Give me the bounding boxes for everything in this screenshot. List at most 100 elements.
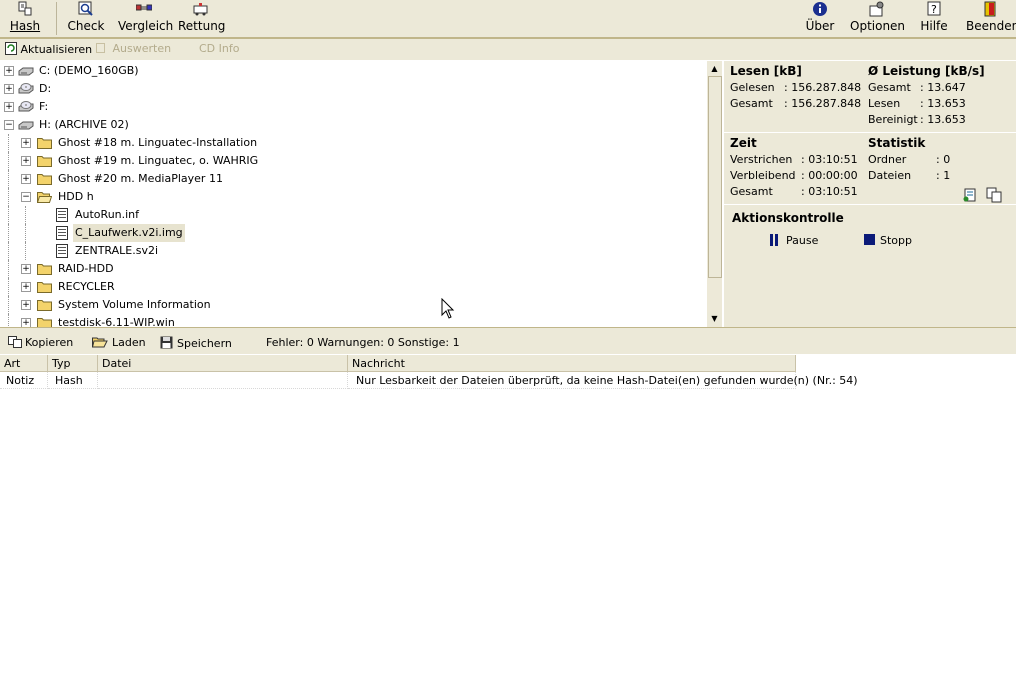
tree-item[interactable]: + C: (DEMO_160GB) xyxy=(0,62,707,80)
pause-button[interactable]: Pause xyxy=(769,234,818,247)
tree-item-label: Ghost #19 m. Linguatec, o. WAHRIG xyxy=(58,154,259,167)
expand-plus-icon[interactable]: + xyxy=(4,84,14,94)
beenden-button[interactable]: Beenden xyxy=(966,0,1016,37)
stopp-button[interactable]: Stopp xyxy=(864,234,912,247)
tree-item[interactable]: + F: xyxy=(0,98,707,116)
cell-art: Notiz xyxy=(0,372,48,389)
hash-label: Hash xyxy=(9,19,41,33)
column-header-nachricht[interactable]: Nachricht xyxy=(348,355,796,372)
tree-scrollbar[interactable]: ▲ ▼ xyxy=(707,61,722,327)
column-header-typ[interactable]: Typ xyxy=(48,355,98,372)
column-header-datei[interactable]: Datei xyxy=(98,355,348,372)
beenden-label: Beenden xyxy=(966,19,1016,33)
collapse-minus-icon[interactable]: − xyxy=(4,120,14,130)
tree-item-label: H: (ARCHIVE 02) xyxy=(39,118,129,131)
copy-icon xyxy=(8,336,22,348)
stats-panel: Lesen [kB] Gelesen : 156.287.848 Gesamt … xyxy=(724,61,1016,327)
tree-guide-line xyxy=(8,206,9,224)
tree-item[interactable]: + Ghost #19 m. Linguatec, o. WAHRIG xyxy=(0,152,707,170)
rettung-button[interactable]: Rettung xyxy=(178,0,226,37)
expand-plus-icon[interactable]: + xyxy=(21,300,31,310)
tree-guide-line xyxy=(8,134,9,152)
gelesen-value: : 156.287.848 xyxy=(784,81,862,94)
expand-plus-icon[interactable]: + xyxy=(4,66,14,76)
mouse-cursor-icon xyxy=(441,298,455,319)
tree-item-label: C: (DEMO_160GB) xyxy=(39,64,139,77)
check-button[interactable]: Check xyxy=(64,0,108,37)
expand-plus-icon[interactable]: + xyxy=(21,264,31,274)
expand-plus-icon[interactable]: + xyxy=(21,138,31,148)
divider xyxy=(724,132,1016,133)
expand-plus-icon[interactable]: + xyxy=(21,282,31,292)
ueber-button[interactable]: Über xyxy=(802,0,838,37)
tree-item[interactable]: + Ghost #20 m. MediaPlayer 11 xyxy=(0,170,707,188)
tree-item[interactable]: AutoRun.inf xyxy=(0,206,707,224)
gesamt-label: Gesamt xyxy=(730,97,773,110)
aktualisieren-button[interactable]: Aktualisieren xyxy=(5,42,92,56)
tree-guide-line xyxy=(25,224,26,242)
copy-stats-icon[interactable] xyxy=(986,187,1002,203)
tree-item[interactable]: C_Laufwerk.v2i.img xyxy=(0,224,707,242)
stopp-label: Stopp xyxy=(880,234,912,247)
svg-text:?: ? xyxy=(931,3,937,16)
tree-item-label: testdisk-6.11-WIP.win xyxy=(58,316,175,327)
leistung-lesen-value: : 13.653 xyxy=(920,97,966,110)
tree-item[interactable]: + System Volume Information xyxy=(0,296,707,314)
tree-item[interactable]: + Ghost #18 m. Linguatec-Installation xyxy=(0,134,707,152)
zeit-gesamt-value: : 03:10:51 xyxy=(801,185,858,198)
tree-guide-line xyxy=(8,296,9,314)
tree-guide-line xyxy=(8,152,9,170)
aktualisieren-label: Aktualisieren xyxy=(20,43,93,56)
tree-guide-line xyxy=(8,260,9,278)
tree-item[interactable]: − HDD h xyxy=(0,188,707,206)
tree-item[interactable]: + testdisk-6.11-WIP.win xyxy=(0,314,707,327)
laden-button[interactable]: Laden xyxy=(91,336,146,349)
expand-plus-icon[interactable]: + xyxy=(21,156,31,166)
tree-item[interactable]: + D: xyxy=(0,80,707,98)
hash-button[interactable]: Hash xyxy=(4,0,46,37)
laden-label: Laden xyxy=(112,336,146,349)
folder-icon xyxy=(37,300,52,311)
folder-icon xyxy=(37,282,52,293)
open-folder-icon xyxy=(37,192,52,203)
pause-icon xyxy=(770,234,778,246)
scroll-down-arrow[interactable]: ▼ xyxy=(707,312,722,326)
expand-plus-icon[interactable]: + xyxy=(21,318,31,327)
optionen-button[interactable]: Optionen xyxy=(850,0,905,37)
cd-info-button[interactable]: CD Info xyxy=(199,42,239,55)
tree-guide-line xyxy=(8,224,9,242)
leistung-gesamt-value: : 13.647 xyxy=(920,81,966,94)
column-header-art[interactable]: Art xyxy=(0,355,48,372)
rettung-label: Rettung xyxy=(178,19,226,33)
dateien-value: : 1 xyxy=(936,169,951,182)
main-toolbar: Hash Check Vergleich Rettung Über Option… xyxy=(0,0,1016,37)
options-icon xyxy=(869,1,884,17)
tree-item[interactable]: + RECYCLER xyxy=(0,278,707,296)
tree-item[interactable]: ZENTRALE.sv2i xyxy=(0,242,707,260)
verbleibend-value: : 00:00:00 xyxy=(801,169,858,182)
scroll-up-arrow[interactable]: ▲ xyxy=(707,62,722,76)
leistung-bereinigt-label: Bereinigt xyxy=(868,113,918,126)
hilfe-button[interactable]: ? Hilfe xyxy=(916,0,952,37)
folder-icon xyxy=(37,174,52,185)
aktionskontrolle-title: Aktionskontrolle xyxy=(732,211,844,225)
tree-item[interactable]: − H: (ARCHIVE 02) xyxy=(0,116,707,134)
cd-drive-icon xyxy=(18,101,34,112)
scroll-thumb[interactable] xyxy=(708,76,722,278)
divider xyxy=(724,204,1016,205)
collapse-minus-icon[interactable]: − xyxy=(21,192,31,202)
leistung-title: Ø Leistung [kB/s] xyxy=(868,64,985,78)
save-disk-icon xyxy=(160,336,173,349)
vergleich-button[interactable]: Vergleich xyxy=(118,0,173,37)
speichern-button[interactable]: Speichern xyxy=(160,336,232,350)
expand-plus-icon[interactable]: + xyxy=(21,174,31,184)
verstrichen-label: Verstrichen xyxy=(730,153,793,166)
tree-item[interactable]: + RAID-HDD xyxy=(0,260,707,278)
zeit-gesamt-label: Gesamt xyxy=(730,185,773,198)
export-stats-icon[interactable] xyxy=(962,187,978,203)
auswerten-button[interactable]: Auswerten xyxy=(96,42,171,55)
leistung-bereinigt-value: : 13.653 xyxy=(920,113,966,126)
kopieren-button[interactable]: Kopieren xyxy=(8,336,73,349)
expand-plus-icon[interactable]: + xyxy=(4,102,14,112)
kopieren-label: Kopieren xyxy=(25,336,74,349)
